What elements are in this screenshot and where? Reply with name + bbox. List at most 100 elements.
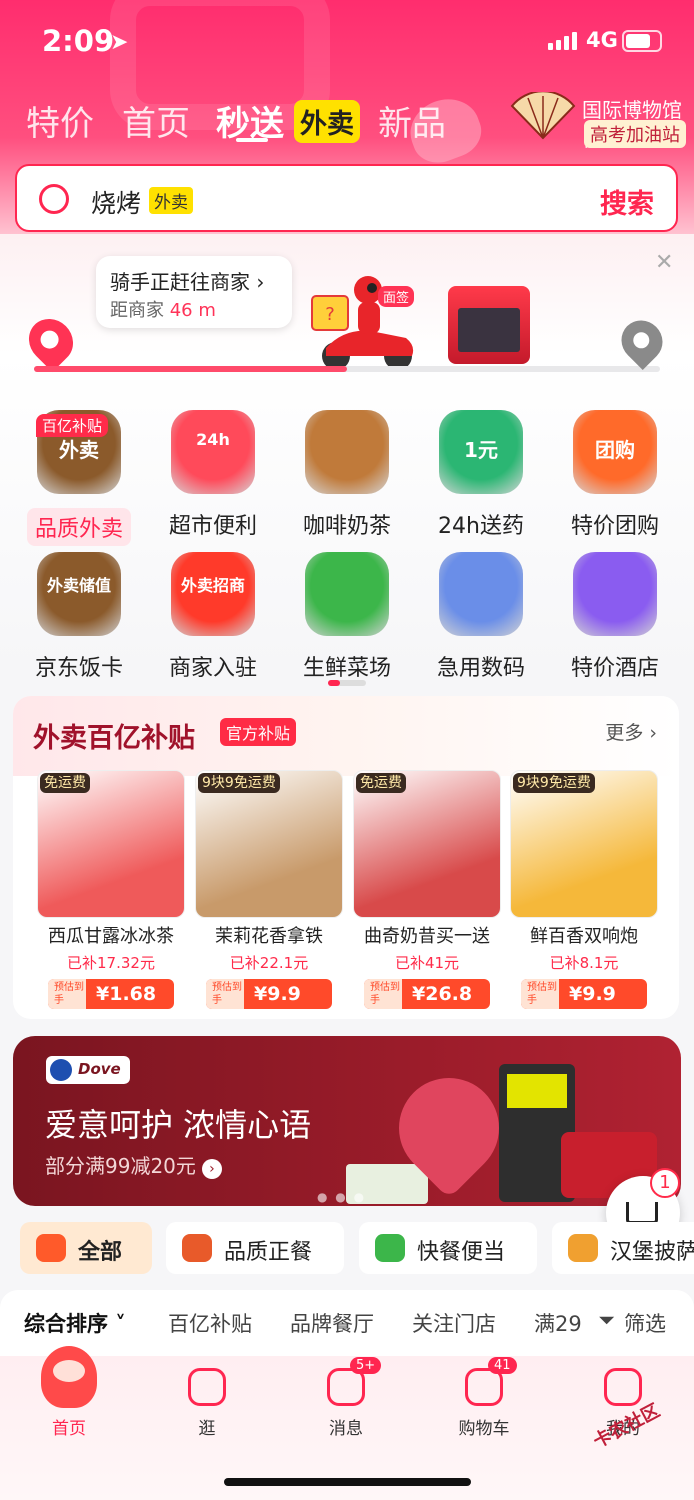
tab-new[interactable]: 新品 bbox=[378, 96, 446, 145]
nav-item[interactable]: 41 购物车 bbox=[429, 1356, 539, 1439]
takeout-tab-badge[interactable]: 外卖 bbox=[294, 100, 360, 143]
grid-item-label: 生鲜菜场 bbox=[302, 656, 391, 681]
battery-icon bbox=[622, 30, 662, 52]
grid-item-8[interactable]: 生鲜菜场 bbox=[282, 552, 412, 682]
category-label: 汉堡披萨 bbox=[610, 1240, 694, 1265]
category-chip[interactable]: 快餐便当 bbox=[359, 1222, 537, 1274]
product-subsidy-amount: 已补41元 bbox=[394, 954, 460, 972]
search-input[interactable]: 烧烤 bbox=[91, 184, 141, 220]
product-image: 免运费 bbox=[353, 770, 501, 918]
search-icon bbox=[39, 184, 69, 214]
grid-page-indicator bbox=[328, 680, 366, 686]
browse-icon bbox=[188, 1368, 226, 1406]
message-icon: 5+ bbox=[327, 1357, 382, 1406]
grid-icon-text: 外卖 bbox=[59, 438, 99, 462]
subsidy-more-link[interactable]: 更多 › bbox=[605, 718, 657, 745]
sort-option[interactable]: 关注门店 bbox=[412, 1308, 496, 1338]
folding-fan-icon[interactable] bbox=[508, 92, 578, 140]
arrow-right-icon: › bbox=[201, 1159, 222, 1179]
shipping-badge: 免运费 bbox=[40, 773, 90, 793]
burger-icon bbox=[568, 1234, 598, 1262]
search-scope-tag: 外卖 bbox=[149, 187, 193, 214]
grid-item-label: 急用数码 bbox=[436, 656, 525, 681]
subsidy-product-card[interactable]: 免运费 西瓜甘露冰冰茶 已补17.32元 预估到手 ¥1.68 bbox=[37, 770, 185, 1009]
pg-logo-icon bbox=[50, 1059, 72, 1081]
product-subsidy-amount: 已补8.1元 bbox=[549, 954, 619, 972]
product-image: 免运费 bbox=[37, 770, 185, 918]
grid-item-5[interactable]: 团购 特价团购 bbox=[550, 410, 680, 540]
close-icon[interactable]: ✕ bbox=[655, 250, 673, 275]
svg-text:?: ? bbox=[325, 304, 335, 325]
shipping-badge: 9块9免运费 bbox=[198, 773, 280, 793]
product-subsidy-amount: 已补17.32元 bbox=[67, 954, 155, 972]
tab-special[interactable]: 特价 bbox=[26, 96, 94, 145]
shipping-badge: 9块9免运费 bbox=[513, 773, 595, 793]
subsidy-product-card[interactable]: 9块9免运费 茉莉花香拿铁 已补22.1元 预估到手 ¥9.9 bbox=[195, 770, 343, 1009]
filter-button[interactable]: 筛选 bbox=[624, 1308, 666, 1338]
product-price-tag: 预估到手 ¥26.8 bbox=[364, 979, 490, 1009]
category-chip[interactable]: 品质正餐 bbox=[166, 1222, 344, 1274]
brand-logo: Dove bbox=[46, 1056, 130, 1084]
category-chip[interactable]: 全部 bbox=[20, 1222, 152, 1274]
search-bar[interactable]: 烧烤 外卖 搜索 bbox=[15, 164, 678, 232]
product-name: 曲奇奶昔买一送 bbox=[364, 926, 490, 947]
nav-item[interactable]: 逛 bbox=[152, 1356, 262, 1439]
shipping-badge: 免运费 bbox=[356, 773, 406, 793]
sort-option[interactable]: 品牌餐厅 bbox=[290, 1308, 374, 1338]
product-image: 9块9免运费 bbox=[195, 770, 343, 918]
nav-item[interactable]: 5+ 消息 bbox=[291, 1356, 401, 1439]
phone-cable-icon bbox=[439, 552, 523, 636]
tab-home[interactable]: 首页 bbox=[122, 96, 190, 145]
delivery-progress-track bbox=[34, 366, 660, 372]
category-label: 快餐便当 bbox=[417, 1240, 506, 1265]
grid-item-2[interactable]: 24h 超市便利 bbox=[148, 410, 278, 540]
product-price: ¥9.9 bbox=[569, 983, 616, 1005]
product-price-tag: 预估到手 ¥1.68 bbox=[48, 979, 174, 1009]
grid-icon-text: 团购 bbox=[595, 438, 635, 462]
sort-option[interactable]: 百亿补贴 bbox=[168, 1308, 252, 1338]
coffee-cup-icon bbox=[305, 410, 389, 494]
search-button[interactable]: 搜索 bbox=[600, 182, 654, 221]
dove-ad-banner[interactable]: Dove 爱意呵护 浓情心语 部分满99减20元 › ● ● ● bbox=[13, 1036, 681, 1206]
grid-item-3[interactable]: 咖啡奶茶 bbox=[282, 410, 412, 540]
grid-item-7[interactable]: 外卖招商 商家入驻 bbox=[148, 552, 278, 682]
product-price-tag: 预估到手 ¥9.9 bbox=[521, 979, 647, 1009]
nav-label: 消息 bbox=[329, 1419, 363, 1439]
cart-count-badge: 1 bbox=[650, 1168, 680, 1198]
product-price: ¥1.68 bbox=[96, 983, 157, 1005]
grid-item-6[interactable]: 外卖储值 京东饭卡 bbox=[14, 552, 144, 682]
hotel-building-icon bbox=[573, 552, 657, 636]
sort-option[interactable]: 满29 bbox=[534, 1308, 582, 1338]
grid-item-1[interactable]: 百亿补贴 外卖 品质外卖 bbox=[14, 410, 144, 546]
promo-exam-station[interactable]: 高考加油站 bbox=[584, 120, 686, 148]
rider-status-bubble[interactable]: 骑手正赶往商家 › 距商家 46 m bbox=[96, 256, 292, 328]
brand-name: Dove bbox=[78, 1060, 121, 1078]
grid-item-label: 24h送药 bbox=[438, 514, 524, 539]
rider-status-text: 骑手正赶往商家 › bbox=[110, 270, 265, 294]
ad-subline: 部分满99减20元 › bbox=[45, 1154, 222, 1179]
grid-item-9[interactable]: 急用数码 bbox=[416, 552, 546, 682]
price-label: 预估到手 bbox=[206, 979, 244, 1009]
nav-badge: 5+ bbox=[350, 1357, 382, 1374]
grid-item-10[interactable]: 特价酒店 bbox=[550, 552, 680, 682]
profile-icon bbox=[604, 1368, 642, 1406]
location-arrow-icon: ➤ bbox=[110, 30, 129, 55]
subsidy-product-card[interactable]: 免运费曲奇奶昔买一送 已补41元预估到手 ¥26.8 bbox=[353, 770, 501, 1009]
merchant-storefront-image[interactable] bbox=[448, 286, 530, 364]
active-tab-indicator bbox=[236, 138, 268, 142]
price-label: 预估到手 bbox=[364, 979, 402, 1009]
category-chip[interactable]: 汉堡披萨 bbox=[552, 1222, 694, 1274]
nav-item[interactable]: 首页 bbox=[14, 1346, 124, 1439]
medicine-box-icon: 1元 bbox=[439, 410, 523, 494]
nav-label: 购物车 bbox=[458, 1419, 510, 1439]
sort-option[interactable]: 综合排序 ˅ bbox=[24, 1308, 126, 1338]
filter-icon: ⏷ bbox=[598, 1308, 615, 1332]
status-bar: 2:09 ➤ 4G bbox=[0, 18, 694, 68]
official-subsidy-badge: 官方补贴 bbox=[220, 718, 297, 746]
grid-item-label: 京东饭卡 bbox=[34, 656, 123, 681]
price-label: 预估到手 bbox=[48, 979, 86, 1009]
grid-icon-text: 外卖招商 bbox=[180, 576, 245, 595]
grid-item-4[interactable]: 1元 24h送药 bbox=[416, 410, 546, 540]
subsidy-product-card[interactable]: 9块9免运费 鲜百香双响炮 已补8.1元 预估到手 ¥9.9 bbox=[510, 770, 658, 1009]
category-label: 品质正餐 bbox=[224, 1240, 313, 1265]
